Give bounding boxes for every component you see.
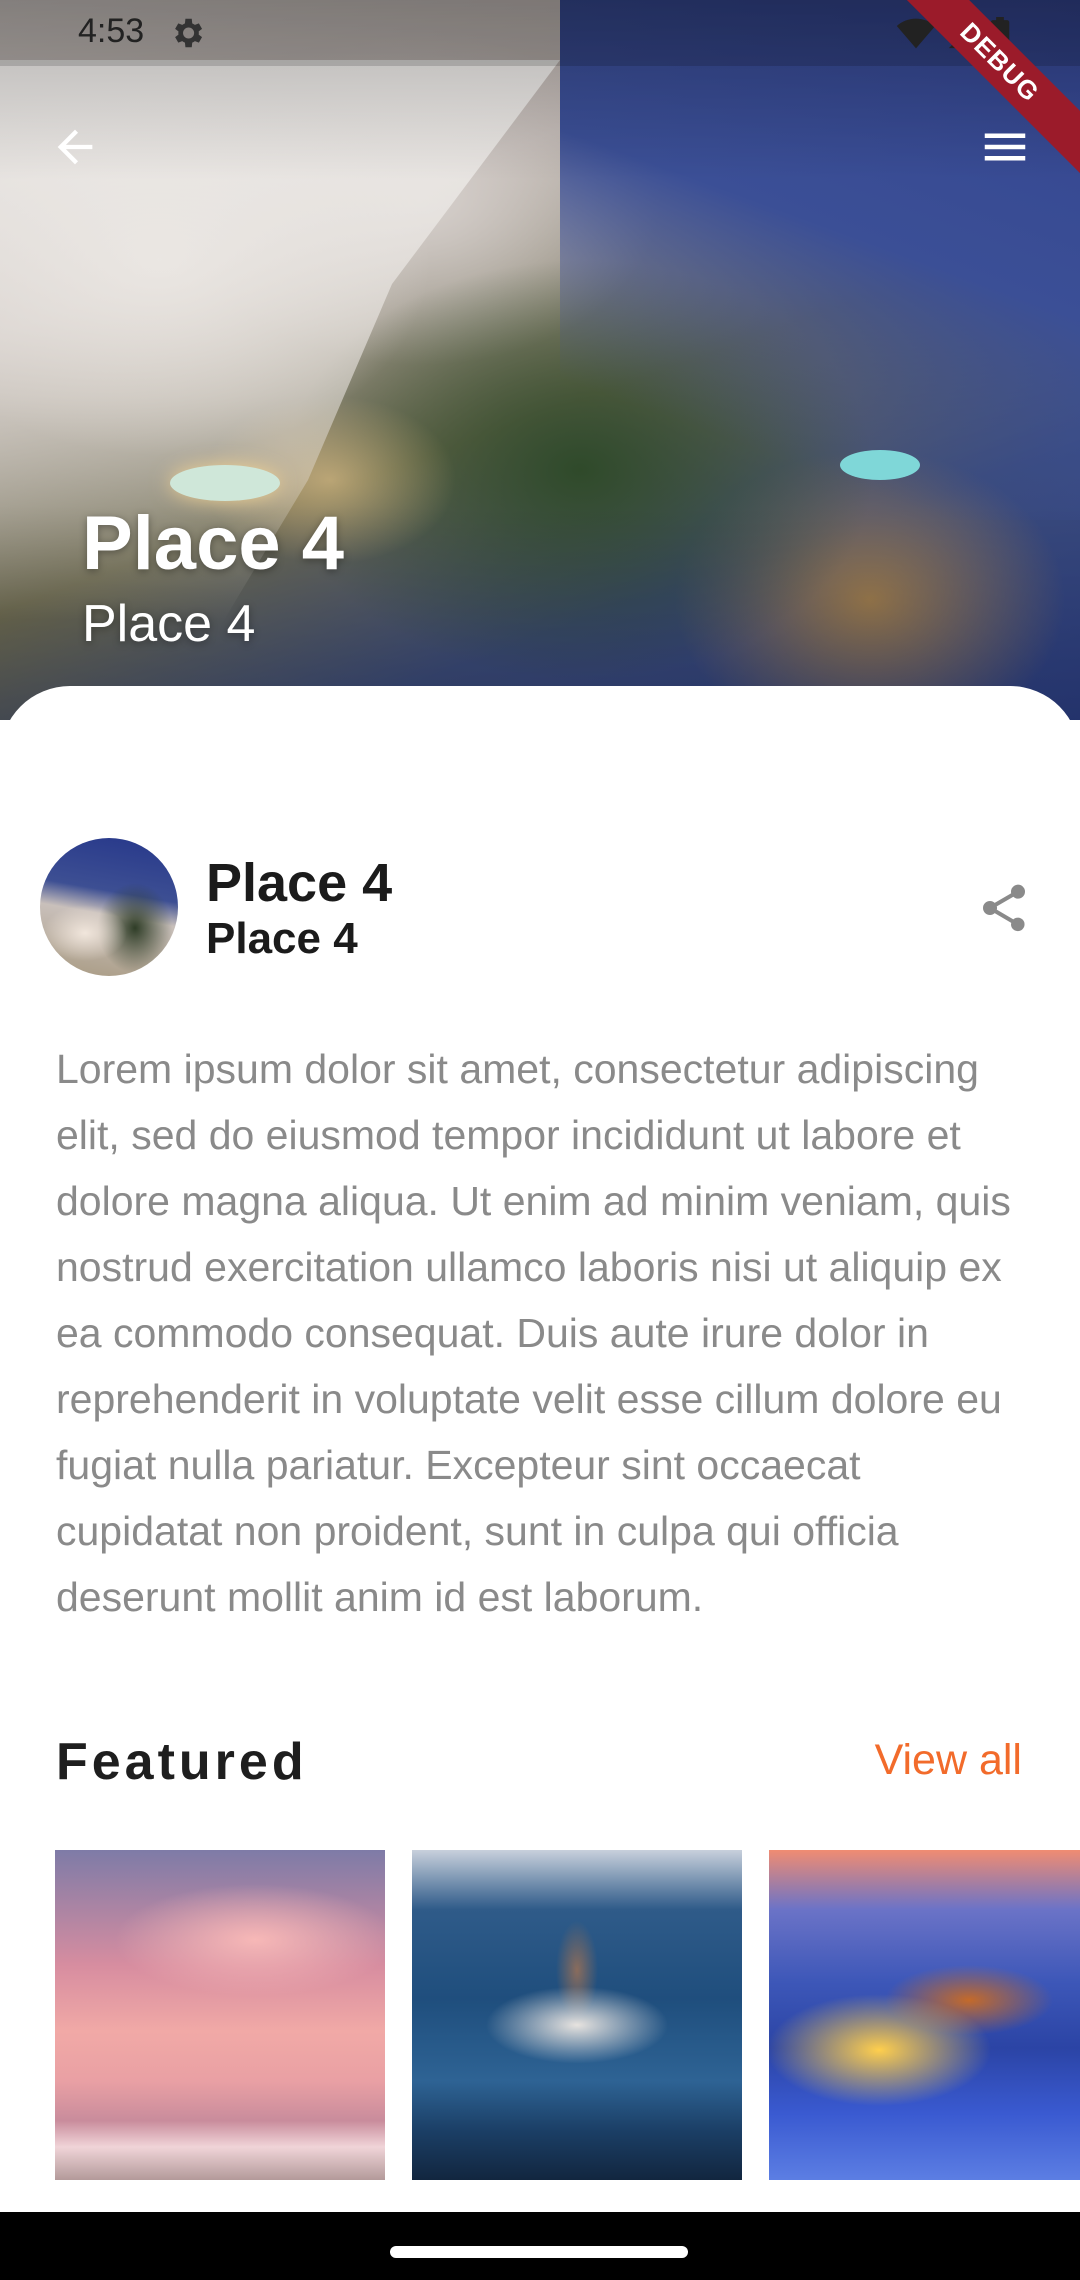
place-subtitle: Place 4: [206, 914, 358, 963]
back-button[interactable]: [40, 112, 110, 182]
menu-button[interactable]: [970, 112, 1040, 182]
gear-icon: [175, 18, 203, 48]
featured-list: [55, 1850, 1080, 2180]
hero-title: Place 4: [82, 501, 344, 586]
view-all-link[interactable]: View all: [875, 1736, 1022, 1785]
place-header: Place 4 Place 4: [40, 838, 1040, 978]
arrow-back-icon: [57, 129, 93, 165]
place-description: Lorem ipsum dolor sit amet, consectetur …: [56, 1046, 1011, 1620]
hero-subtitle: Place 4: [82, 595, 256, 653]
menu-icon: [984, 133, 1026, 161]
featured-item-sunset-beach[interactable]: [55, 1850, 385, 2180]
place-name: Place 4: [206, 853, 393, 913]
share-button[interactable]: [968, 872, 1040, 944]
share-icon: [983, 884, 1025, 932]
featured-item-snow-village[interactable]: [769, 1850, 1080, 2180]
status-time: 4:53: [78, 12, 145, 50]
featured-heading: Featured: [56, 1733, 308, 1791]
featured-item-lake-island[interactable]: [412, 1850, 742, 2180]
home-gesture-handle[interactable]: [390, 2246, 688, 2258]
avatar: [40, 838, 178, 976]
